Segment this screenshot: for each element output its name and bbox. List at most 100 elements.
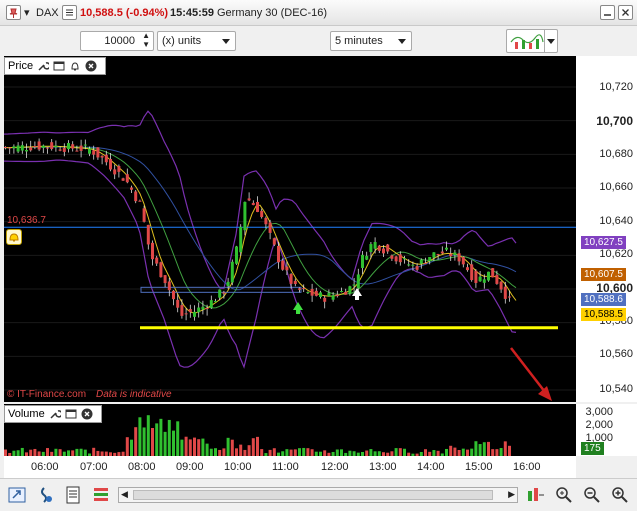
chart-type-select[interactable]	[506, 29, 558, 53]
volume-panel-title: Volume	[8, 408, 45, 420]
y-tick: 10,540	[599, 383, 633, 395]
candle	[16, 145, 20, 152]
volume-bar	[256, 436, 259, 456]
candle	[415, 266, 419, 270]
scroll-left-icon[interactable]: ◀	[121, 489, 128, 500]
window-icon[interactable]	[65, 408, 77, 420]
volume-last-tag: 175	[581, 442, 604, 455]
candle	[445, 247, 448, 250]
window-icon[interactable]	[53, 60, 65, 72]
candle	[331, 295, 335, 300]
candle	[251, 202, 255, 206]
volume-bar	[159, 418, 163, 456]
y-tick: 10,720	[599, 81, 633, 93]
bell-icon[interactable]	[69, 60, 81, 72]
list-icon[interactable]	[62, 5, 77, 20]
horizontal-scrollbar[interactable]: ◀ ▶	[118, 487, 518, 503]
candle	[25, 149, 28, 152]
wrench-icon[interactable]	[49, 408, 61, 420]
volume-bar	[142, 427, 146, 456]
last-price-tag: 10,588.5	[581, 308, 626, 321]
zoom-fit-icon[interactable]	[554, 485, 574, 505]
candle	[314, 290, 318, 296]
orders-icon[interactable]	[92, 485, 112, 505]
candle	[117, 166, 121, 172]
candle	[193, 311, 196, 317]
candle	[113, 169, 117, 175]
price-y-axis[interactable]: 10,720 10,700 10,680 10,660 10,640 10,62…	[576, 56, 637, 402]
volume-y-axis[interactable]: 3,000 2,000 1,000 175	[576, 404, 637, 456]
close-icon[interactable]	[81, 408, 93, 420]
candle	[8, 147, 12, 149]
volume-bar	[398, 448, 402, 456]
candle	[411, 264, 415, 266]
volume-bar	[197, 439, 201, 456]
x-tick: 14:00	[417, 461, 445, 473]
candle	[188, 309, 192, 313]
volume-bar	[293, 449, 297, 456]
report-icon[interactable]	[64, 485, 84, 505]
volume-bar	[184, 436, 188, 456]
volume-bar	[46, 448, 49, 456]
x-tick: 10:00	[224, 461, 252, 473]
candle	[50, 142, 54, 150]
price-chart[interactable]	[4, 56, 576, 402]
candle	[466, 267, 469, 271]
chart-type-dropdown[interactable]	[544, 30, 557, 52]
alert-bell-icon[interactable]	[6, 229, 22, 245]
wrench-icon[interactable]	[37, 60, 50, 72]
compare-icon[interactable]	[526, 485, 546, 505]
indicator-icon[interactable]	[36, 485, 56, 505]
candle	[382, 248, 385, 254]
volume-bar	[188, 439, 192, 456]
toolbar: 10000 ▲ ▼ (x) units 5 minutes	[0, 26, 637, 56]
candle	[403, 258, 406, 260]
candle	[62, 147, 66, 152]
candle	[88, 148, 91, 154]
candle	[256, 201, 259, 212]
candle	[125, 174, 129, 183]
candle	[424, 262, 427, 264]
volume-chart-panel[interactable]: Volume	[4, 404, 576, 456]
price-chart-panel[interactable]: Price 10,636.7 © IT-Finance.com Data is …	[4, 56, 576, 402]
quantity-input[interactable]: 10000 ▲ ▼	[80, 31, 154, 51]
close-icon[interactable]	[85, 60, 97, 72]
ma-tag: 10,607.5	[581, 268, 626, 281]
bollinger-lower-line	[4, 159, 517, 369]
symbol-label[interactable]: DAX	[36, 5, 59, 21]
candle	[474, 270, 478, 283]
zoom-in-icon[interactable]	[610, 485, 630, 505]
candle	[222, 292, 226, 294]
time-x-axis[interactable]: 06:00 07:00 08:00 09:00 10:00 11:00 12:0…	[4, 456, 576, 478]
volume-bar	[235, 448, 238, 456]
candle	[470, 264, 474, 281]
candle	[67, 143, 70, 150]
volume-bar	[205, 443, 209, 456]
disclaimer: Data is indicative	[96, 389, 172, 400]
candle	[440, 251, 444, 254]
zoom-out-icon[interactable]	[582, 485, 602, 505]
candle	[503, 286, 507, 299]
candle	[109, 159, 112, 170]
pin-icon[interactable]	[6, 5, 21, 20]
volume-bar	[491, 449, 495, 456]
candle	[197, 307, 201, 313]
time-label: 15:45:59	[170, 7, 215, 19]
scroll-thumb[interactable]	[133, 490, 493, 500]
spinner-icon[interactable]: ▲ ▼	[142, 31, 150, 49]
timeframe-select[interactable]: 5 minutes	[330, 31, 412, 51]
candle	[432, 252, 436, 258]
dropdown-arrow-icon[interactable]: ▾	[24, 5, 30, 21]
minimize-icon[interactable]	[600, 5, 615, 20]
units-select[interactable]: (x) units	[157, 31, 236, 51]
y-tick: 10,640	[599, 215, 633, 227]
close-icon[interactable]	[618, 5, 633, 20]
candle	[373, 242, 377, 249]
volume-bar	[58, 449, 62, 456]
candle	[138, 200, 142, 202]
candle	[369, 244, 373, 253]
share-icon[interactable]	[8, 485, 28, 505]
scroll-right-icon[interactable]: ▶	[508, 489, 515, 500]
candle	[184, 313, 188, 315]
candle	[54, 145, 58, 148]
